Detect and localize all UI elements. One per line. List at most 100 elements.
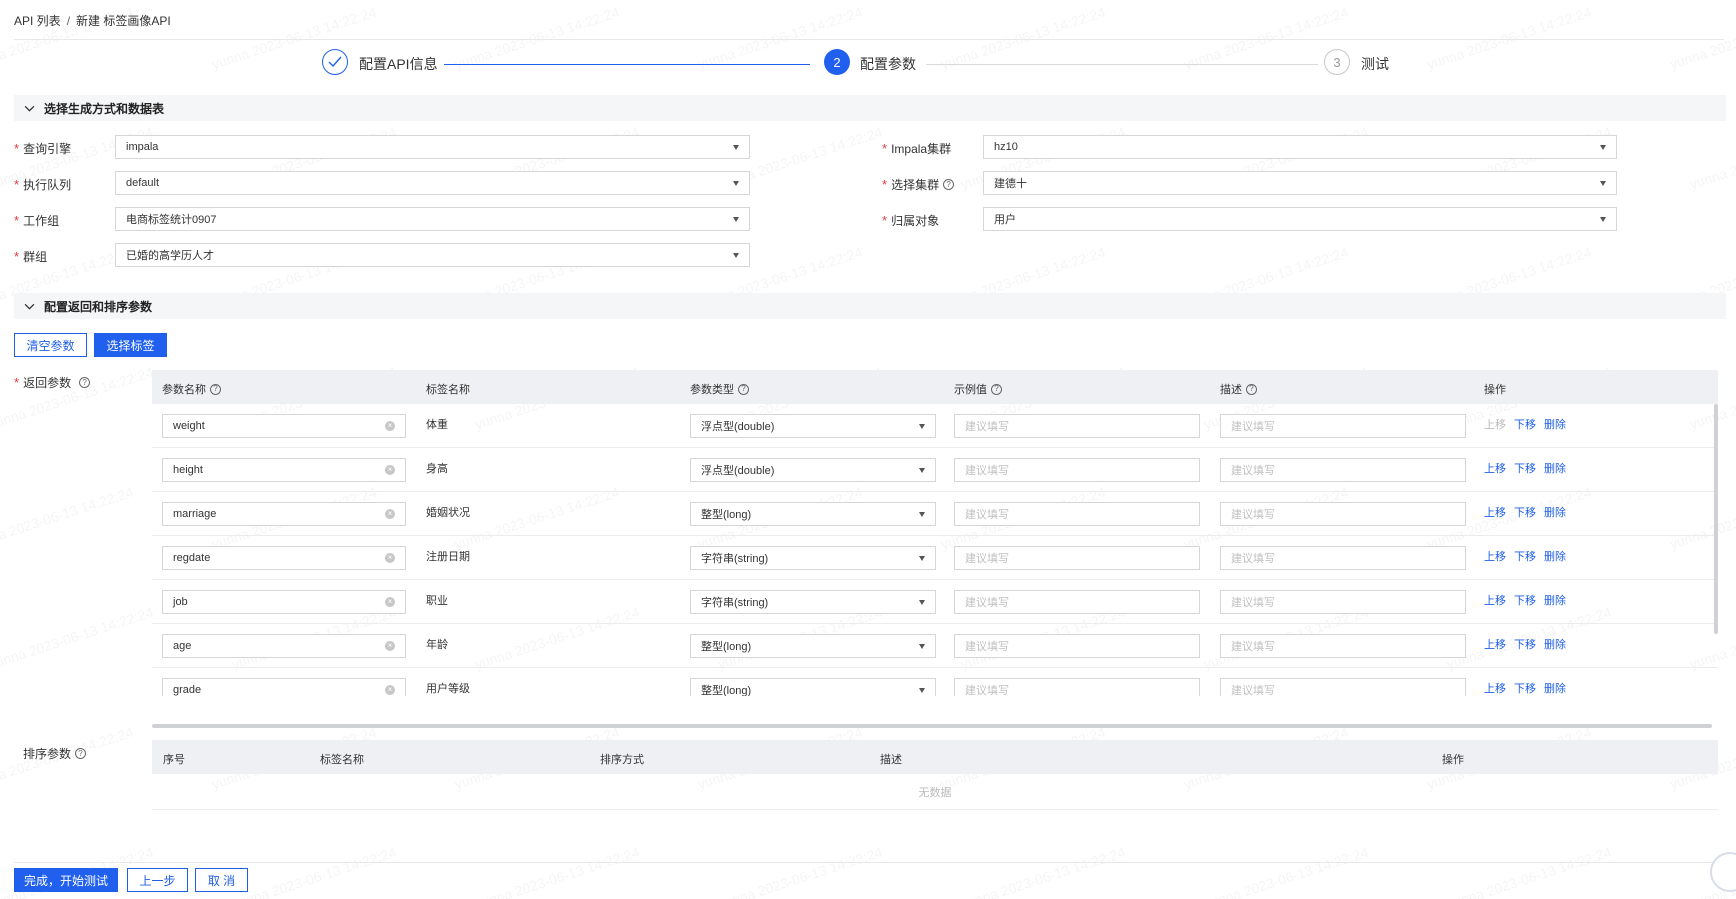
move-up-link[interactable]: 上移 bbox=[1484, 504, 1506, 520]
move-up-link[interactable]: 上移 bbox=[1484, 548, 1506, 564]
move-down-link[interactable]: 下移 bbox=[1514, 592, 1536, 608]
desc-input[interactable]: 建议填写 bbox=[1220, 590, 1466, 614]
desc-input[interactable]: 建议填写 bbox=[1220, 678, 1466, 696]
param-name-input[interactable]: marriage × bbox=[162, 502, 406, 526]
help-icon[interactable]: ? bbox=[210, 383, 221, 395]
clear-icon[interactable]: × bbox=[385, 421, 395, 431]
horizontal-scrollbar[interactable] bbox=[152, 724, 1712, 728]
vertical-scrollbar[interactable] bbox=[1714, 404, 1718, 634]
param-type-select[interactable]: 整型(long) bbox=[690, 634, 936, 658]
section-table-select[interactable]: 选择生成方式和数据表 bbox=[14, 95, 1726, 121]
clear-icon[interactable]: × bbox=[385, 465, 395, 475]
move-down-link[interactable]: 下移 bbox=[1514, 416, 1536, 432]
table-row: regdate × 注册日期 字符串(string) 建议填写 建议填写 上移 下… bbox=[152, 536, 1718, 580]
param-type-select[interactable]: 字符串(string) bbox=[690, 546, 936, 570]
help-icon[interactable]: ? bbox=[943, 179, 955, 190]
move-down-link[interactable]: 下移 bbox=[1514, 680, 1536, 696]
move-up-link[interactable]: 上移 bbox=[1484, 416, 1506, 432]
example-input[interactable]: 建议填写 bbox=[954, 546, 1200, 570]
workgroup-select[interactable]: 电商标签统计0907 bbox=[115, 207, 750, 231]
example-input[interactable]: 建议填写 bbox=[954, 502, 1200, 526]
help-icon[interactable]: ? bbox=[738, 383, 749, 395]
tag-name-cell: 职业 bbox=[426, 595, 448, 607]
param-name-input[interactable]: regdate × bbox=[162, 546, 406, 570]
watermark-text: yunna 2023-06-13 14:22:24 bbox=[473, 844, 642, 899]
select-tags-button[interactable]: 选择标签 bbox=[94, 333, 167, 357]
cancel-button[interactable]: 取 消 bbox=[195, 868, 248, 892]
watermark-text: yunna 2023-06-13 14:22:24 bbox=[1445, 844, 1614, 899]
delete-link[interactable]: 删除 bbox=[1544, 548, 1566, 564]
sort-table-header: 序号 标签名称 排序方式 描述 操作 bbox=[152, 740, 1718, 774]
param-name-input[interactable]: height × bbox=[162, 458, 406, 482]
step-3-label: 测试 bbox=[1361, 56, 1389, 72]
delete-link[interactable]: 删除 bbox=[1544, 592, 1566, 608]
impala-cluster-select[interactable]: hz10 bbox=[983, 135, 1617, 159]
delete-link[interactable]: 删除 bbox=[1544, 460, 1566, 476]
breadcrumb-parent[interactable]: API 列表 bbox=[14, 14, 61, 28]
prev-button[interactable]: 上一步 bbox=[127, 868, 188, 892]
desc-input[interactable]: 建议填写 bbox=[1220, 634, 1466, 658]
param-type-select[interactable]: 浮点型(double) bbox=[690, 414, 936, 438]
move-down-link[interactable]: 下移 bbox=[1514, 636, 1536, 652]
move-up-link[interactable]: 上移 bbox=[1484, 592, 1506, 608]
clear-icon[interactable]: × bbox=[385, 509, 395, 519]
example-input[interactable]: 建议填写 bbox=[954, 634, 1200, 658]
delete-link[interactable]: 删除 bbox=[1544, 416, 1566, 432]
help-icon[interactable]: ? bbox=[75, 748, 87, 759]
select-cluster-select[interactable]: 建德十 bbox=[983, 171, 1617, 195]
tag-name-cell: 用户等级 bbox=[426, 683, 470, 695]
move-down-link[interactable]: 下移 bbox=[1514, 460, 1536, 476]
help-icon[interactable]: ? bbox=[79, 377, 91, 388]
delete-link[interactable]: 删除 bbox=[1544, 504, 1566, 520]
finish-button[interactable]: 完成，开始测试 bbox=[14, 868, 118, 892]
engine-select[interactable]: impala bbox=[115, 135, 750, 159]
clear-params-button[interactable]: 清空参数 bbox=[14, 333, 87, 357]
move-up-link[interactable]: 上移 bbox=[1484, 680, 1506, 696]
header-ops: 操作 bbox=[1484, 384, 1506, 396]
move-down-link[interactable]: 下移 bbox=[1514, 548, 1536, 564]
section-return-sort[interactable]: 配置返回和排序参数 bbox=[14, 293, 1726, 319]
chevron-down-icon bbox=[14, 103, 44, 114]
section-title: 配置返回和排序参数 bbox=[44, 299, 153, 314]
param-type-select[interactable]: 浮点型(double) bbox=[690, 458, 936, 482]
desc-input[interactable]: 建议填写 bbox=[1220, 502, 1466, 526]
owner-select[interactable]: 用户 bbox=[983, 207, 1617, 231]
clear-icon[interactable]: × bbox=[385, 597, 395, 607]
return-params-table: 参数名称? 标签名称 参数类型? 示例值? 描述? 操作 weight × 体重 … bbox=[152, 370, 1718, 730]
param-type-select[interactable]: 整型(long) bbox=[690, 502, 936, 526]
clear-icon[interactable]: × bbox=[385, 641, 395, 651]
param-name-input[interactable]: job × bbox=[162, 590, 406, 614]
queue-select[interactable]: default bbox=[115, 171, 750, 195]
example-input[interactable]: 建议填写 bbox=[954, 414, 1200, 438]
empty-state: 无数据 bbox=[152, 774, 1718, 810]
row-ops: 上移 下移 删除 bbox=[1484, 460, 1566, 476]
param-type-select[interactable]: 整型(long) bbox=[690, 678, 936, 696]
delete-link[interactable]: 删除 bbox=[1544, 680, 1566, 696]
move-down-link[interactable]: 下移 bbox=[1514, 504, 1536, 520]
desc-input[interactable]: 建议填写 bbox=[1220, 546, 1466, 570]
param-name-input[interactable]: age × bbox=[162, 634, 406, 658]
clear-icon[interactable]: × bbox=[385, 685, 395, 695]
delete-link[interactable]: 删除 bbox=[1544, 636, 1566, 652]
floating-assistant-icon[interactable] bbox=[1710, 852, 1736, 892]
help-icon[interactable]: ? bbox=[991, 383, 1002, 395]
step-1-label: 配置API信息 bbox=[359, 56, 438, 72]
step-3-number: 3 bbox=[1324, 49, 1350, 75]
param-type-select[interactable]: 字符串(string) bbox=[690, 590, 936, 614]
param-name-input[interactable]: weight × bbox=[162, 414, 406, 438]
example-input[interactable]: 建议填写 bbox=[954, 458, 1200, 482]
caret-down-icon bbox=[733, 252, 739, 258]
group-select[interactable]: 已婚的高学历人才 bbox=[115, 243, 750, 267]
example-input[interactable]: 建议填写 bbox=[954, 590, 1200, 614]
desc-input[interactable]: 建议填写 bbox=[1220, 458, 1466, 482]
clear-icon[interactable]: × bbox=[385, 553, 395, 563]
desc-input[interactable]: 建议填写 bbox=[1220, 414, 1466, 438]
param-name-input[interactable]: grade × bbox=[162, 678, 406, 696]
example-input[interactable]: 建议填写 bbox=[954, 678, 1200, 696]
help-icon[interactable]: ? bbox=[1246, 383, 1257, 395]
move-up-link[interactable]: 上移 bbox=[1484, 460, 1506, 476]
caret-down-icon bbox=[1600, 180, 1606, 186]
move-up-link[interactable]: 上移 bbox=[1484, 636, 1506, 652]
queue-label: * 执行队列 bbox=[14, 177, 72, 192]
caret-down-icon bbox=[1600, 216, 1606, 222]
